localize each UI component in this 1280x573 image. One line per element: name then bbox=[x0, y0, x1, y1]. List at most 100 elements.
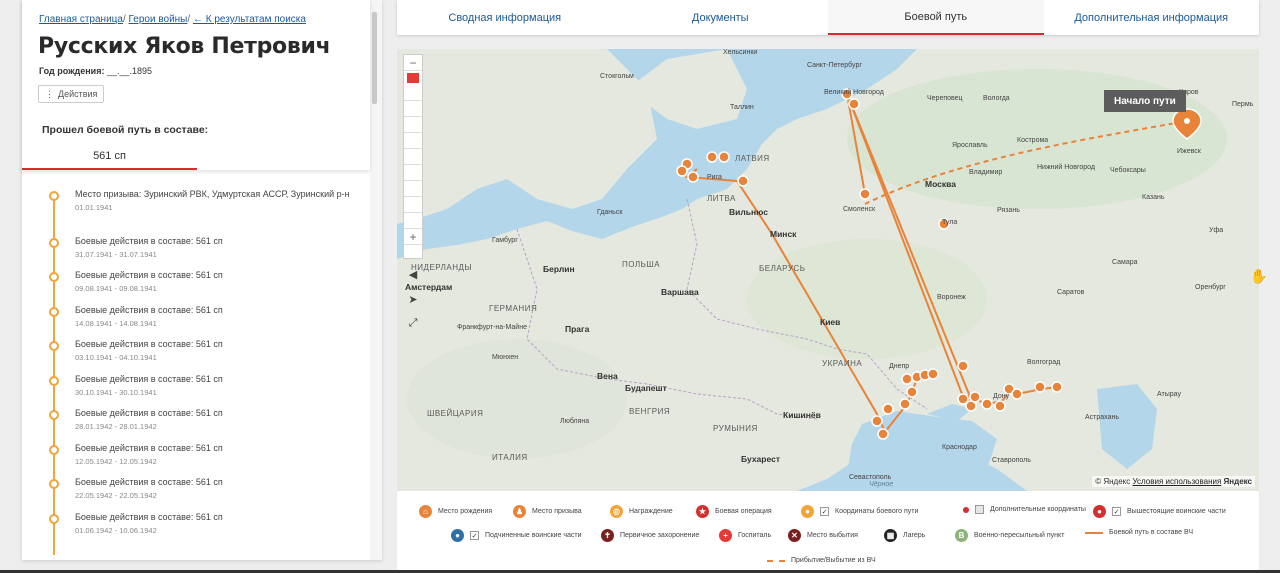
zoom-step[interactable] bbox=[404, 85, 422, 101]
legend-item[interactable]: ● ✓ Вышестоящие воинские части bbox=[1093, 505, 1226, 518]
marker[interactable] bbox=[1011, 388, 1023, 400]
timeline-item[interactable]: Боевые действия в составе: 561 сп 12.05.1… bbox=[75, 442, 365, 468]
timeline-item[interactable]: Боевые действия в составе: 561 сп 31.07.1… bbox=[75, 235, 365, 261]
breadcrumb-home-link[interactable]: Главная страница bbox=[39, 14, 123, 25]
zoom-out-icon[interactable]: − bbox=[404, 55, 422, 71]
marker[interactable] bbox=[871, 415, 883, 427]
zoom-step[interactable] bbox=[404, 133, 422, 149]
scrollbar-thumb[interactable] bbox=[372, 12, 377, 104]
collapse-panel-icon[interactable]: ◀ bbox=[403, 265, 423, 283]
legend-item[interactable]: Дополнительные координаты bbox=[963, 505, 1086, 514]
marker[interactable] bbox=[899, 398, 911, 410]
dot-icon bbox=[963, 506, 969, 513]
map-label: ШВЕЙЦАРИЯ bbox=[427, 409, 484, 418]
legend-label: Подчиненные воинские части bbox=[485, 532, 582, 539]
marker[interactable] bbox=[981, 398, 993, 410]
tab-combat-path[interactable]: Боевой путь bbox=[828, 0, 1044, 35]
marker[interactable] bbox=[927, 368, 939, 380]
tab-summary[interactable]: Сводная информация bbox=[397, 0, 613, 35]
marker[interactable] bbox=[994, 400, 1006, 412]
pin-icon: ● bbox=[801, 505, 814, 518]
scrollbar[interactable] bbox=[370, 0, 382, 560]
timeline-item[interactable]: Боевые действия в составе: 561 сп 09.08.1… bbox=[75, 269, 365, 295]
zoom-step[interactable] bbox=[404, 213, 422, 229]
timeline-item[interactable]: Боевые действия в составе: 561 сп 30.10.1… bbox=[75, 373, 365, 399]
checkbox-checked-icon[interactable]: ✓ bbox=[820, 507, 829, 516]
birth-year: Год рождения: __.__.1895 bbox=[39, 66, 152, 76]
marker[interactable] bbox=[901, 373, 913, 385]
checkbox-checked-icon[interactable]: ✓ bbox=[1112, 507, 1121, 516]
back-to-results-link[interactable]: ← К результатам поиска bbox=[193, 14, 306, 25]
map-label: Краснодар bbox=[942, 444, 977, 451]
marker[interactable] bbox=[877, 428, 889, 440]
map[interactable]: Хельсинки Стокгольм Санкт-Петербург Талл… bbox=[397, 49, 1259, 491]
zoom-in-icon[interactable]: + bbox=[404, 229, 422, 245]
map-label: ВЕНГРИЯ bbox=[629, 407, 671, 416]
zoom-step[interactable] bbox=[404, 117, 422, 133]
map-label: Минск bbox=[770, 229, 797, 239]
start-label: Начало пути bbox=[1104, 90, 1186, 112]
legend-item[interactable]: ● ✓ Координаты боевого пути bbox=[801, 505, 918, 518]
map-label: Смоленск bbox=[843, 206, 876, 213]
checkbox-checked-icon[interactable]: ✓ bbox=[470, 531, 479, 540]
marker[interactable] bbox=[906, 386, 918, 398]
marker[interactable] bbox=[737, 175, 749, 187]
zoom-control[interactable]: − + bbox=[403, 54, 423, 259]
marker[interactable] bbox=[687, 171, 699, 183]
marker[interactable] bbox=[718, 151, 730, 163]
timeline-item-date: 01.06.1942 - 10.06.1942 bbox=[75, 525, 157, 535]
marker[interactable] bbox=[1034, 381, 1046, 393]
marker[interactable] bbox=[676, 165, 688, 177]
timeline-dot bbox=[49, 479, 59, 489]
zoom-step[interactable] bbox=[404, 165, 422, 181]
map-label: Ставрополь bbox=[992, 457, 1031, 464]
birth-value: __.__.1895 bbox=[106, 66, 153, 76]
checkbox-icon[interactable] bbox=[975, 505, 984, 514]
legend-label: Награждение bbox=[629, 508, 673, 515]
map-label: УКРАИНА bbox=[822, 359, 863, 368]
zoom-step[interactable] bbox=[404, 101, 422, 117]
fullscreen-icon[interactable]: ⤢ bbox=[403, 314, 423, 332]
tab-documents[interactable]: Документы bbox=[613, 0, 829, 35]
timeline-item[interactable]: Боевые действия в составе: 561 сп 03.10.1… bbox=[75, 338, 365, 364]
map-label: Гамбург bbox=[492, 237, 518, 244]
timeline-dot bbox=[49, 237, 59, 248]
timeline-item[interactable]: Боевые действия в составе: 561 сп 28.01.1… bbox=[75, 407, 365, 433]
timeline-item[interactable]: Боевые действия в составе: 561 сп 01.06.1… bbox=[75, 511, 365, 537]
tab-additional-info[interactable]: Дополнительная информация bbox=[1044, 0, 1260, 35]
birth-label: Год рождения: bbox=[39, 66, 105, 76]
marker[interactable] bbox=[969, 391, 981, 403]
terms-link[interactable]: Условия использования bbox=[1133, 477, 1222, 486]
map-label: Оренбург bbox=[1195, 284, 1226, 291]
geolocation-icon[interactable]: ➤ bbox=[403, 290, 423, 308]
map-label: Уфа bbox=[1209, 227, 1224, 234]
unit-tab[interactable]: 561 сп bbox=[22, 143, 197, 170]
timeline-item[interactable]: Место призыва: Зуринский РВК, Удмуртская… bbox=[75, 188, 365, 214]
zoom-step[interactable] bbox=[404, 149, 422, 165]
marker[interactable] bbox=[882, 403, 894, 415]
marker[interactable] bbox=[1051, 381, 1063, 393]
line-icon bbox=[1085, 531, 1103, 534]
timeline-item[interactable]: Боевые действия в составе: 561 сп 14.08.1… bbox=[75, 304, 365, 330]
timeline-item-text: Боевые действия в составе: 561 сп bbox=[75, 304, 223, 315]
marker[interactable] bbox=[706, 151, 718, 163]
marker[interactable] bbox=[957, 360, 969, 372]
legend-label: Координаты боевого пути bbox=[835, 508, 919, 515]
zoom-step[interactable] bbox=[404, 181, 422, 197]
marker[interactable] bbox=[848, 98, 860, 110]
marker[interactable] bbox=[859, 188, 871, 200]
actions-button[interactable]: ⋮ Действия bbox=[38, 85, 105, 103]
map-copyright: © Яндекс Условия использования Яндекс bbox=[1092, 476, 1255, 487]
timeline-item[interactable]: Боевые действия в составе: 561 сп 22.05.1… bbox=[75, 476, 365, 502]
home-icon: ⌂ bbox=[419, 505, 432, 518]
map-label: Волгоград bbox=[1027, 359, 1061, 366]
dashed-line-icon bbox=[767, 559, 785, 562]
legend-label: Боевой путь в составе ВЧ bbox=[1109, 529, 1194, 536]
breadcrumb-heroes-link[interactable]: Герои войны bbox=[129, 14, 188, 25]
legend-label: Лагерь bbox=[903, 532, 926, 539]
legend-label: Первичное захоронение bbox=[620, 532, 700, 539]
zoom-step[interactable] bbox=[404, 197, 422, 213]
map-label: Ижевск bbox=[1177, 148, 1201, 155]
legend-item[interactable]: ● ✓ Подчиненные воинские части bbox=[451, 529, 582, 542]
combat-path-title: Прошел боевой путь в составе: bbox=[42, 124, 209, 136]
